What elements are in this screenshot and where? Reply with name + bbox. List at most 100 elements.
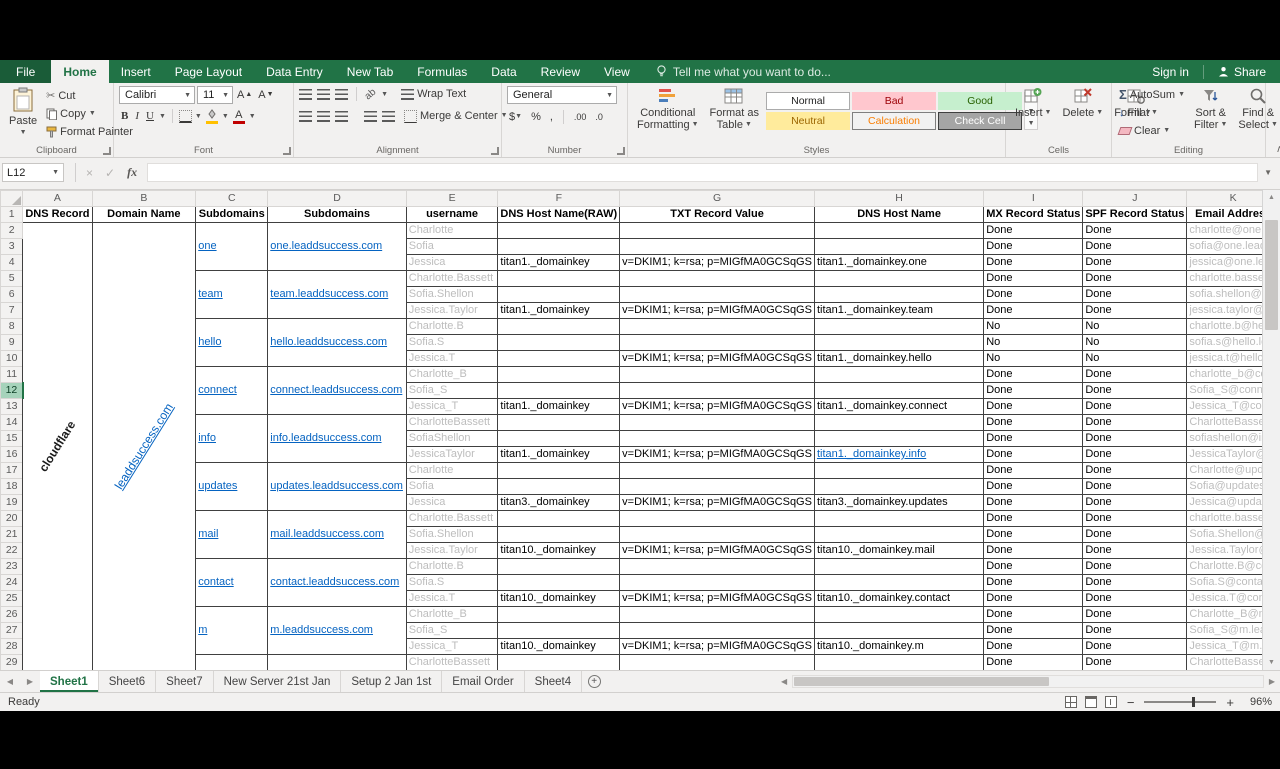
decrease-font-button[interactable]: A▼ [256, 87, 275, 103]
cell-d8[interactable]: hello.leaddsuccess.com [268, 319, 406, 367]
cell-i2[interactable]: Done [984, 223, 1083, 239]
cell-h23[interactable] [814, 559, 983, 575]
cell-j4[interactable]: Done [1083, 255, 1187, 271]
cell-i21[interactable]: Done [984, 527, 1083, 543]
cell-g10[interactable]: v=DKIM1; k=rsa; p=MIGfMA0GCSqGS [620, 351, 815, 367]
borders-button[interactable] [179, 110, 192, 123]
cell-i13[interactable]: Done [984, 399, 1083, 415]
style-chip-calculation[interactable]: Calculation [852, 112, 936, 130]
subdomain-url-link-one-leaddsuccess-com[interactable]: one.leaddsuccess.com [270, 240, 382, 252]
cell-e7[interactable]: Jessica.Taylor [406, 303, 498, 319]
cell-g23[interactable] [620, 559, 815, 575]
cell-i25[interactable]: Done [984, 591, 1083, 607]
row-header-19[interactable]: 19 [1, 495, 23, 511]
align-center-icon[interactable] [317, 111, 330, 122]
subdomain-link-connect[interactable]: connect [198, 384, 237, 396]
hscroll-right-icon[interactable]: ▶ [1266, 677, 1278, 686]
align-left-icon[interactable] [299, 111, 312, 122]
cell-h12[interactable] [814, 383, 983, 399]
cell-c20[interactable]: mail [196, 511, 268, 559]
cell-f24[interactable] [498, 575, 620, 591]
delete-cells-button[interactable]: Delete▼ [1058, 86, 1107, 120]
cell-e15[interactable]: SofiaShellon [406, 431, 498, 447]
cell-h5[interactable] [814, 271, 983, 287]
ribbon-tab-insert[interactable]: Insert [109, 60, 163, 83]
row-header-17[interactable]: 17 [1, 463, 23, 479]
enter-entry-button[interactable]: ✓ [99, 166, 121, 180]
subdomain-url-link-m-leaddsuccess-com[interactable]: m.leaddsuccess.com [270, 624, 373, 636]
cell-h22[interactable]: titan10._domainkey.mail [814, 543, 983, 559]
cell-e17[interactable]: Charlotte [406, 463, 498, 479]
subdomain-link-info[interactable]: info [198, 432, 216, 444]
cell-g17[interactable] [620, 463, 815, 479]
cell-i11[interactable]: Done [984, 367, 1083, 383]
cell-j29[interactable]: Done [1083, 655, 1187, 671]
font-color-button[interactable]: A [232, 109, 246, 124]
row-header-10[interactable]: 10 [1, 351, 23, 367]
fill-button[interactable]: ↓Fill▼ [1117, 105, 1187, 121]
cancel-entry-button[interactable]: × [80, 166, 99, 180]
cell-h15[interactable] [814, 431, 983, 447]
cell-i19[interactable]: Done [984, 495, 1083, 511]
row-header-6[interactable]: 6 [1, 287, 23, 303]
cell-h25[interactable]: titan10._domainkey.contact [814, 591, 983, 607]
subdomain-url-link-team-leaddsuccess-com[interactable]: team.leaddsuccess.com [270, 288, 388, 300]
cell-g9[interactable] [620, 335, 815, 351]
tell-me-box[interactable]: Tell me what you want to do... [656, 60, 831, 83]
subdomain-link-updates[interactable]: updates [198, 480, 237, 492]
sheet-nav-left-icon[interactable]: ◀ [0, 671, 20, 692]
cell-g3[interactable] [620, 239, 815, 255]
header-cell-F1[interactable]: DNS Host Name(RAW) [498, 207, 620, 223]
cell-j17[interactable]: Done [1083, 463, 1187, 479]
style-chip-neutral[interactable]: Neutral [766, 112, 850, 130]
ribbon-tab-new-tab[interactable]: New Tab [335, 60, 405, 83]
currency-button[interactable]: $▼ [507, 109, 524, 125]
header-cell-I1[interactable]: MX Record Status [984, 207, 1083, 223]
row-header-29[interactable]: 29 [1, 655, 23, 671]
cell-j24[interactable]: Done [1083, 575, 1187, 591]
cell-e19[interactable]: Jessica [406, 495, 498, 511]
cell-e25[interactable]: Jessica.T [406, 591, 498, 607]
row-header-27[interactable]: 27 [1, 623, 23, 639]
ribbon-tab-view[interactable]: View [592, 60, 642, 83]
cell-d14[interactable]: info.leaddsuccess.com [268, 415, 406, 463]
cell-j14[interactable]: Done [1083, 415, 1187, 431]
cell-j11[interactable]: Done [1083, 367, 1187, 383]
increase-font-button[interactable]: A▲ [235, 87, 254, 103]
cell-e21[interactable]: Sofia.Shellon [406, 527, 498, 543]
row-header-14[interactable]: 14 [1, 415, 23, 431]
header-cell-A1[interactable]: DNS Record [23, 207, 92, 223]
subdomain-link-m[interactable]: m [198, 624, 207, 636]
zoom-in-button[interactable]: + [1224, 695, 1236, 710]
cell-f25[interactable]: titan10._domainkey [498, 591, 620, 607]
cell-f22[interactable]: titan10._domainkey [498, 543, 620, 559]
cell-h18[interactable] [814, 479, 983, 495]
cell-e5[interactable]: Charlotte.Bassett [406, 271, 498, 287]
col-header-G[interactable]: G [620, 191, 815, 207]
cell-i16[interactable]: Done [984, 447, 1083, 463]
cell-d5[interactable]: team.leaddsuccess.com [268, 271, 406, 319]
cell-i20[interactable]: Done [984, 511, 1083, 527]
cell-f16[interactable]: titan1._domainkey [498, 447, 620, 463]
cell-f23[interactable] [498, 559, 620, 575]
cell-j20[interactable]: Done [1083, 511, 1187, 527]
cell-b2-merged[interactable]: leaddsuccess.com [92, 223, 196, 671]
font-name-combo[interactable]: Calibri▼ [119, 86, 195, 104]
row-header-13[interactable]: 13 [1, 399, 23, 415]
cell-h7[interactable]: titan1._domainkey.team [814, 303, 983, 319]
row-header-25[interactable]: 25 [1, 591, 23, 607]
cell-c14[interactable]: info [196, 415, 268, 463]
cell-g29[interactable] [620, 655, 815, 671]
cell-g27[interactable] [620, 623, 815, 639]
row-header-2[interactable]: 2 [1, 223, 23, 239]
clipboard-dialog-launcher[interactable] [103, 147, 111, 155]
new-sheet-button[interactable]: + [582, 671, 606, 692]
row-header-8[interactable]: 8 [1, 319, 23, 335]
cell-j22[interactable]: Done [1083, 543, 1187, 559]
cell-i4[interactable]: Done [984, 255, 1083, 271]
cell-j16[interactable]: Done [1083, 447, 1187, 463]
cell-g25[interactable]: v=DKIM1; k=rsa; p=MIGfMA0GCSqGS [620, 591, 815, 607]
cell-e26[interactable]: Charlotte_B [406, 607, 498, 623]
row-header-1[interactable]: 1 [1, 207, 23, 223]
cell-g5[interactable] [620, 271, 815, 287]
